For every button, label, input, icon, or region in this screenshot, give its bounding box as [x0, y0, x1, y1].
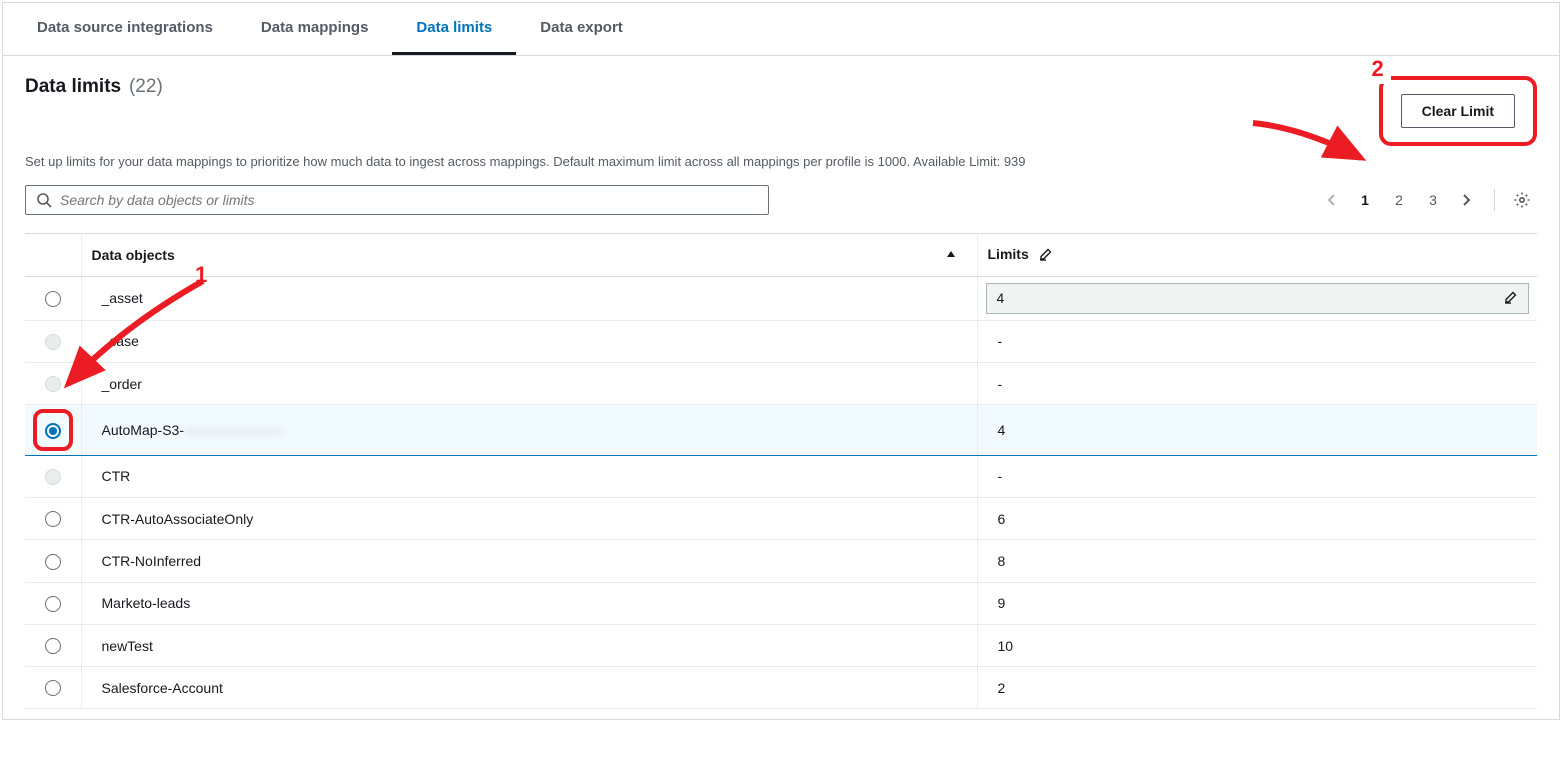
- limit-value: 4: [997, 290, 1005, 306]
- page-title: Data limits: [25, 76, 121, 98]
- limit-value: -: [977, 455, 1537, 497]
- page-subtitle: Set up limits for your data mappings to …: [25, 154, 1537, 169]
- row-radio[interactable]: [45, 596, 61, 612]
- row-name: CTR-AutoAssociateOnly: [81, 497, 977, 539]
- limit-value: -: [977, 320, 1537, 362]
- page-3[interactable]: 3: [1418, 185, 1448, 215]
- table-row: _asset 4: [25, 276, 1537, 320]
- tab-data-source-integrations[interactable]: Data source integrations: [13, 3, 237, 55]
- table-row: Marketo-leads 9: [25, 582, 1537, 624]
- limit-value: -: [977, 363, 1537, 405]
- page-container: Data source integrations Data mappings D…: [2, 2, 1560, 720]
- row-name: Marketo-leads: [81, 582, 977, 624]
- header-row: Data limits (22) 2 Clear Limit: [25, 76, 1537, 146]
- tab-data-mappings[interactable]: Data mappings: [237, 3, 393, 55]
- search-input[interactable]: [60, 192, 758, 208]
- separator: [1494, 189, 1495, 211]
- callout-label-2: 2: [1365, 58, 1391, 84]
- col-data-objects[interactable]: Data objects: [81, 234, 977, 277]
- pencil-icon[interactable]: [1504, 290, 1518, 307]
- table-row: CTR-NoInferred 8: [25, 540, 1537, 582]
- table-row: _order -: [25, 363, 1537, 405]
- table-row: Salesforce-Account 2: [25, 667, 1537, 709]
- row-name: CTR-NoInferred: [81, 540, 977, 582]
- search-box[interactable]: [25, 185, 769, 215]
- limit-value: 4: [977, 405, 1537, 455]
- limit-value: 2: [977, 667, 1537, 709]
- row-radio: [45, 334, 61, 350]
- row-name: newTest: [81, 624, 977, 666]
- callout-2-box: 2 Clear Limit: [1379, 76, 1537, 146]
- row-radio[interactable]: [45, 554, 61, 570]
- row-radio[interactable]: [45, 291, 61, 307]
- table-header-row: Data objects Limits: [25, 234, 1537, 277]
- search-icon: [36, 192, 52, 208]
- table-row: _case -: [25, 320, 1537, 362]
- col-limits-label: Limits: [988, 246, 1029, 262]
- row-name: AutoMap-S3-xxxxxxxxxxxxxx: [81, 405, 977, 455]
- col-limits[interactable]: Limits: [977, 234, 1537, 277]
- tab-data-export[interactable]: Data export: [516, 3, 647, 55]
- table-row: CTR -: [25, 455, 1537, 497]
- page-1[interactable]: 1: [1350, 185, 1380, 215]
- page-prev[interactable]: [1316, 185, 1346, 215]
- row-radio[interactable]: [45, 511, 61, 527]
- table-row: CTR-AutoAssociateOnly 6: [25, 497, 1537, 539]
- page-2[interactable]: 2: [1384, 185, 1414, 215]
- limit-value: 9: [977, 582, 1537, 624]
- settings-button[interactable]: [1507, 185, 1537, 215]
- col-data-objects-label: Data objects: [92, 247, 175, 263]
- chevron-left-icon: [1326, 193, 1336, 207]
- row-name: CTR: [81, 455, 977, 497]
- row-name: _asset: [81, 276, 977, 320]
- edit-icon: [1039, 248, 1053, 264]
- row-radio: [45, 469, 61, 485]
- table-row: AutoMap-S3-xxxxxxxxxxxxxx 4: [25, 405, 1537, 455]
- row-name: _order: [81, 363, 977, 405]
- callout-1-box: [33, 409, 73, 450]
- sort-asc-icon: [945, 247, 957, 263]
- row-name: _case: [81, 320, 977, 362]
- pagination: 1 2 3: [1316, 185, 1537, 215]
- item-count: (22): [129, 76, 163, 97]
- limit-value: 10: [977, 624, 1537, 666]
- chevron-right-icon: [1462, 193, 1472, 207]
- limit-edit-cell[interactable]: 4: [986, 283, 1530, 314]
- content: Data limits (22) 2 Clear Limit Set up li…: [3, 56, 1559, 719]
- title-area: Data limits (22): [25, 76, 163, 98]
- toolbar-row: 1 2 3: [25, 185, 1537, 215]
- gear-icon: [1513, 191, 1531, 209]
- page-next[interactable]: [1452, 185, 1482, 215]
- row-radio: [45, 376, 61, 392]
- col-select: [25, 234, 81, 277]
- tab-data-limits[interactable]: Data limits: [392, 3, 516, 55]
- limit-value: 6: [977, 497, 1537, 539]
- arrow-2-icon: [1243, 118, 1373, 178]
- row-radio[interactable]: [45, 638, 61, 654]
- row-radio[interactable]: [45, 680, 61, 696]
- tabs: Data source integrations Data mappings D…: [3, 3, 1559, 56]
- row-radio[interactable]: [45, 423, 61, 439]
- clear-limit-button[interactable]: Clear Limit: [1401, 94, 1515, 128]
- row-name: Salesforce-Account: [81, 667, 977, 709]
- limit-value: 8: [977, 540, 1537, 582]
- table-row: newTest 10: [25, 624, 1537, 666]
- data-limits-table: Data objects Limits: [25, 233, 1537, 709]
